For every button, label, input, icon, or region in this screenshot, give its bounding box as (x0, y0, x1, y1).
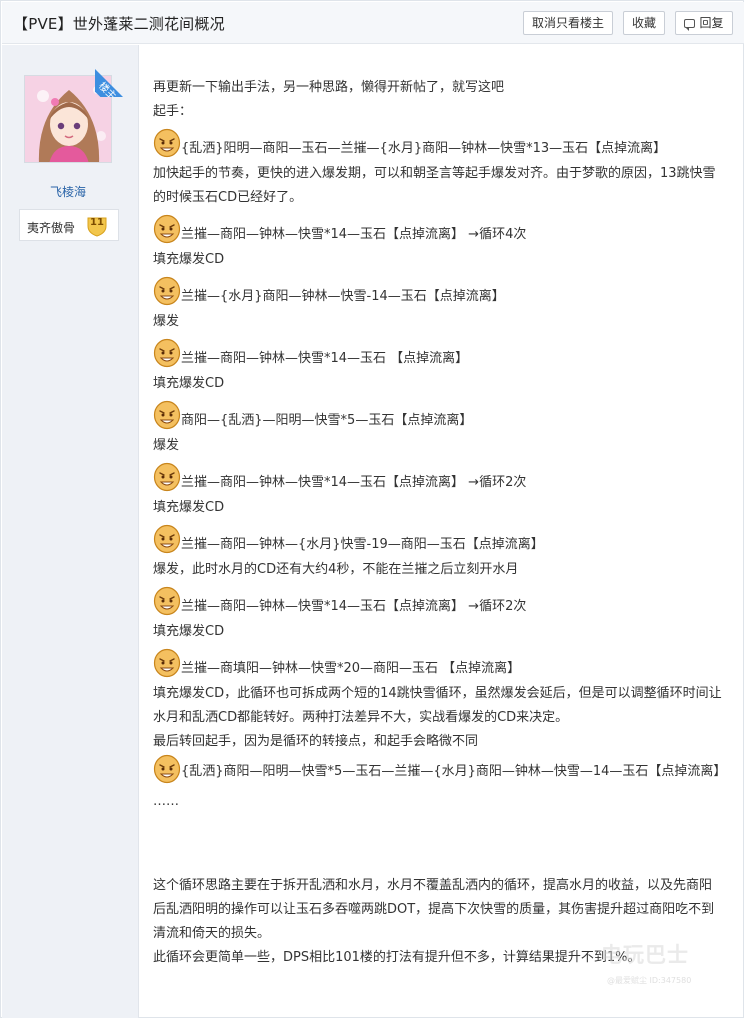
post-paragraph: 填充爆发CD，此循环也可拆成两个短的14跳快雪循环，虽然爆发会延后，但是可以调整… (153, 686, 722, 725)
angry-face-emoji-icon (153, 648, 181, 678)
angry-face-emoji-icon (153, 524, 181, 554)
angry-face-emoji-icon (153, 586, 181, 616)
angry-face-emoji-icon (153, 400, 181, 430)
post-line: 爆发，此时水月的CD还有大约4秒，不能在兰摧之后立刻开水月 (153, 562, 519, 577)
angry-face-emoji-icon (153, 338, 181, 368)
medal-level: 11 (90, 217, 104, 228)
angry-face-emoji-icon (153, 128, 181, 158)
rotation-line: {乱洒}阳明—商阳—玉石—兰摧—{水月}商阳—钟林—快雪*13—玉石【点掉流离】 (153, 124, 723, 162)
rotation-line: 兰摧—{水月}商阳—钟林—快雪-14—玉石【点掉流离】 (153, 272, 723, 310)
reply-label: 回复 (699, 16, 724, 30)
thread-title: 【PVE】世外蓬莱二测花间概况 (13, 15, 225, 33)
op-badge: 楼主 (95, 53, 139, 97)
rotation-text: 兰摧—商阳—钟林—快雪*14—玉石 【点掉流离】 (181, 351, 469, 366)
post-content: 再更新一下输出手法，另一种思路，懒得开新帖了，就写这吧 起手： {乱洒}阳明—商… (153, 76, 727, 970)
angry-face-emoji-icon (153, 214, 181, 244)
rotation-line: 兰摧—商填阳—钟林—快雪*20—商阳—玉石 【点掉流离】 (153, 644, 723, 682)
angry-face-emoji-icon (153, 276, 181, 306)
rotation-text: 兰摧—商填阳—钟林—快雪*20—商阳—玉石 【点掉流离】 (181, 661, 521, 676)
watermark: 电玩巴士 @最爱赋尘 ID:347580 (597, 939, 719, 995)
post-paragraph: 这个循环思路主要在于拆开乱洒和水月，水月不覆盖乱洒内的循环，提高水月的收益，以及… (153, 878, 715, 941)
post-line: 爆发 (153, 438, 180, 453)
rotation-text: 兰摧—{水月}商阳—钟林—快雪-14—玉石【点掉流离】 (181, 289, 505, 304)
reply-button[interactable]: 回复 (675, 11, 733, 35)
favorite-button[interactable]: 收藏 (623, 11, 665, 35)
post-paragraph: 加快起手的节奏，更快的进入爆发期，可以和朝圣言等起手爆发对齐。由于梦歌的原因，1… (153, 166, 716, 205)
rotation-line: 兰摧—商阳—钟林—快雪*14—玉石【点掉流离】 →循环4次 (153, 210, 723, 248)
op-badge-label: 楼主 (95, 80, 118, 97)
angry-face-emoji-icon (153, 462, 181, 492)
rotation-text: 兰摧—商阳—钟林—{水月}快雪-19—商阳—玉石【点掉流离】 (181, 537, 544, 552)
rotation-line: 兰摧—商阳—钟林—{水月}快雪-19—商阳—玉石【点掉流离】 (153, 520, 723, 558)
post-line: 最后转回起手，因为是循环的转接点，和起手会略微不同 (153, 734, 479, 749)
rotation-line: {乱洒}商阳—阳明—快雪*5—玉石—兰摧—{水月}商阳—钟林—快雪—14—玉石【… (153, 754, 727, 784)
post-line: 爆发 (153, 314, 180, 329)
post-line: …… (153, 794, 179, 809)
thread-header: 【PVE】世外蓬莱二测花间概况 取消只看楼主 收藏 回复 (2, 2, 744, 44)
angry-face-emoji-icon (153, 754, 181, 784)
post-line: 起手： (153, 104, 193, 119)
rotation-text: {乱洒}商阳—阳明—快雪*5—玉石—兰摧—{水月}商阳—钟林—快雪—14—玉石【… (181, 764, 727, 779)
watermark-id: @最爱赋尘 ID:347580 (607, 976, 692, 985)
post-line: 填充爆发CD (153, 500, 225, 515)
author-name[interactable]: 飞棱海 (2, 183, 134, 200)
post-line: 填充爆发CD (153, 376, 225, 391)
medal-label: 夷齐傲骨 (27, 221, 76, 235)
rotation-line: 兰摧—商阳—钟林—快雪*14—玉石【点掉流离】 →循环2次 (153, 582, 723, 620)
rotation-line: 兰摧—商阳—钟林—快雪*14—玉石【点掉流离】 →循环2次 (153, 458, 723, 496)
rotation-text: 商阳—{乱洒}—阳明—快雪*5—玉石【点掉流离】 (181, 413, 473, 428)
only-op-button[interactable]: 取消只看楼主 (523, 11, 613, 35)
watermark-brand: 电玩巴士 (601, 943, 689, 967)
rotation-text: 兰摧—商阳—钟林—快雪*14—玉石【点掉流离】 →循环4次 (181, 227, 527, 242)
author-sidebar: 楼主 飞棱海 夷齐傲骨 11 (2, 45, 139, 1018)
rotation-line: 兰摧—商阳—钟林—快雪*14—玉石 【点掉流离】 (153, 334, 723, 372)
post-frame: 【PVE】世外蓬莱二测花间概况 取消只看楼主 收藏 回复 楼主 飞棱海 夷齐傲骨… (0, 0, 744, 1018)
comment-icon (684, 19, 696, 31)
post-line: 填充爆发CD (153, 624, 225, 639)
post-line: 填充爆发CD (153, 252, 225, 267)
medal-card: 夷齐傲骨 11 (19, 209, 119, 241)
rotation-text: 兰摧—商阳—钟林—快雪*14—玉石【点掉流离】 →循环2次 (181, 475, 527, 490)
rotation-line: 商阳—{乱洒}—阳明—快雪*5—玉石【点掉流离】 (153, 396, 723, 434)
post-line: 再更新一下输出手法，另一种思路，懒得开新帖了，就写这吧 (153, 80, 505, 95)
rotation-text: 兰摧—商阳—钟林—快雪*14—玉石【点掉流离】 →循环2次 (181, 599, 527, 614)
rotation-text: {乱洒}阳明—商阳—玉石—兰摧—{水月}商阳—钟林—快雪*13—玉石【点掉流离】 (181, 141, 667, 156)
